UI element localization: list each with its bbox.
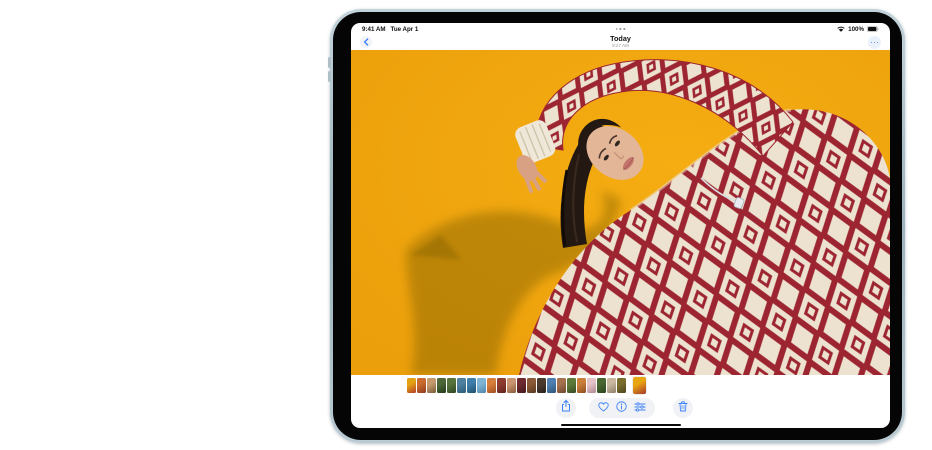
info-button[interactable] <box>616 399 627 417</box>
filmstrip[interactable] <box>407 376 646 394</box>
sliders-icon <box>634 399 646 417</box>
thumbnail[interactable] <box>597 378 606 393</box>
thumbnail[interactable] <box>437 378 446 393</box>
info-icon <box>616 399 627 417</box>
heart-icon <box>598 399 609 417</box>
trash-icon <box>678 399 688 417</box>
thumbnail[interactable] <box>617 378 626 393</box>
status-date: Tue Apr 1 <box>391 26 419 33</box>
back-button[interactable] <box>360 36 372 48</box>
toolbar <box>351 398 890 418</box>
photo-viewer[interactable] <box>351 50 890 375</box>
volume-down-button[interactable] <box>328 71 331 82</box>
thumbnail[interactable] <box>557 378 566 393</box>
volume-up-button[interactable] <box>328 57 331 68</box>
screen: 9:41 AM Tue Apr 1 100% <box>351 23 890 428</box>
photo-title: Today <box>610 35 631 43</box>
thumbnail[interactable] <box>507 378 516 393</box>
thumbnail[interactable] <box>417 378 426 393</box>
thumbnail[interactable] <box>517 378 526 393</box>
chevron-left-icon <box>363 33 369 51</box>
thumbnail[interactable] <box>607 378 616 393</box>
photo-subtitle: 8:27 AM <box>610 43 631 49</box>
thumbnail[interactable] <box>457 378 466 393</box>
photo-header: Today 8:27 AM <box>610 35 631 49</box>
thumbnail[interactable] <box>407 378 416 393</box>
share-button[interactable] <box>556 398 576 418</box>
status-time: 9:41 AM <box>362 26 386 33</box>
share-icon <box>561 399 571 417</box>
selected-thumbnail[interactable] <box>633 377 646 394</box>
thumbnail[interactable] <box>467 378 476 393</box>
thumbnail[interactable] <box>477 378 486 393</box>
thumbnail[interactable] <box>527 378 536 393</box>
thumbnail[interactable] <box>587 378 596 393</box>
more-button[interactable] <box>868 36 881 49</box>
actions-pill <box>589 398 655 418</box>
thumbnail[interactable] <box>447 378 456 393</box>
favorite-button[interactable] <box>598 399 609 417</box>
page-background: 9:41 AM Tue Apr 1 100% <box>0 0 932 450</box>
photo-image <box>351 50 890 375</box>
delete-button[interactable] <box>673 398 693 418</box>
multitask-indicator[interactable] <box>616 28 625 30</box>
device-bezel: 9:41 AM Tue Apr 1 100% <box>333 12 902 440</box>
ellipsis-icon <box>871 42 873 44</box>
thumbnail[interactable] <box>547 378 556 393</box>
thumbnail[interactable] <box>567 378 576 393</box>
thumbnail[interactable] <box>487 378 496 393</box>
thumbnail[interactable] <box>427 378 436 393</box>
nav-bar: Today 8:27 AM <box>351 35 890 51</box>
battery-percent: 100% <box>848 26 864 33</box>
home-indicator[interactable] <box>561 424 681 427</box>
adjust-button[interactable] <box>634 399 646 417</box>
thumbnail[interactable] <box>537 378 546 393</box>
battery-icon <box>867 26 879 34</box>
thumbnail[interactable] <box>577 378 586 393</box>
ipad-device: 9:41 AM Tue Apr 1 100% <box>330 9 905 443</box>
thumbnail[interactable] <box>497 378 506 393</box>
wifi-icon <box>837 26 845 34</box>
